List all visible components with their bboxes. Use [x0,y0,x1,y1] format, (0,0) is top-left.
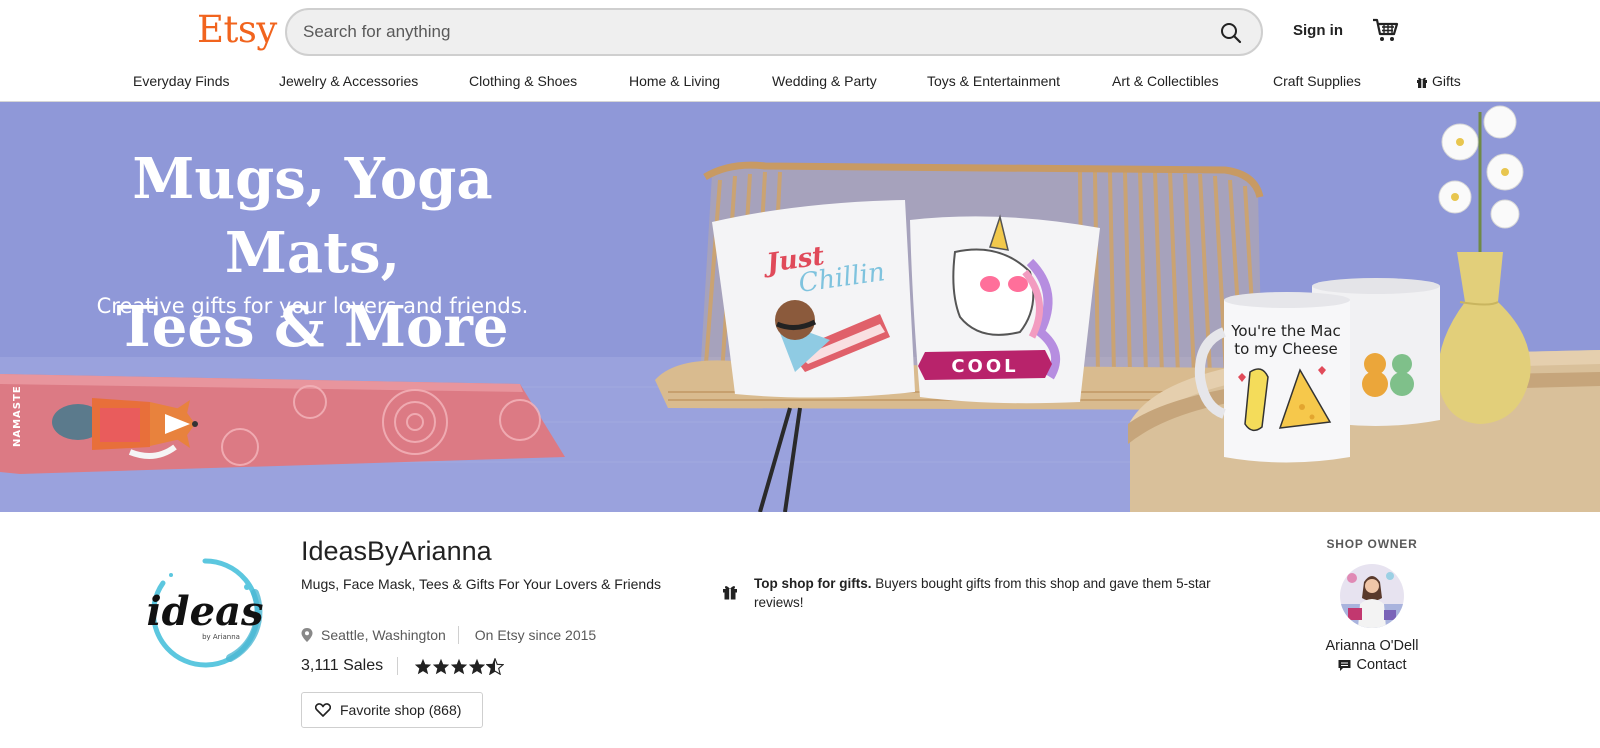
location-pin-icon [301,628,313,642]
shop-logo-text: ideas [146,588,263,635]
shop-logo[interactable]: ideas by Arianna [135,553,275,673]
owner-name[interactable]: Arianna O'Dell [1302,638,1442,654]
cart-button[interactable] [1371,17,1401,45]
top-shop-bold: Top shop for gifts. [754,576,872,591]
gift-icon [1417,77,1427,88]
heart-icon [315,703,331,717]
contact-label: Contact [1356,657,1407,673]
star-icon [433,658,450,674]
banner-title-line1: Mugs, Yoga Mats, [132,146,493,286]
etsy-logo[interactable]: Etsy [197,8,277,51]
nav-art-collectibles[interactable]: Art & Collectibles [1112,73,1219,89]
mug-text1: You're the Mac [1230,322,1341,340]
sign-in-link[interactable]: Sign in [1293,22,1343,39]
nav-jewelry-accessories[interactable]: Jewelry & Accessories [279,73,418,89]
search-button[interactable] [1215,18,1247,48]
yoga-mat: NAMASTE [0,374,565,474]
site-header: Etsy Sign in [0,0,1600,64]
message-icon [1338,659,1351,672]
shop-location-row: Seattle, Washington On Etsy since 2015 [301,626,596,644]
nav-everyday-finds[interactable]: Everyday Finds [133,73,229,89]
half-star-icon [486,657,505,675]
pillow-cool-unicorn: COOL [910,214,1100,404]
star-icon [451,658,468,674]
star-icon [469,658,486,674]
shop-logo-graphic: ideas by Arianna [146,558,264,668]
banner-subtitle: Creative gifts for your lovers and frien… [96,294,529,318]
nav-home-living[interactable]: Home & Living [629,73,720,89]
shop-name: IdeasByArianna [301,536,492,566]
owner-avatar[interactable] [1340,564,1404,628]
shop-logo-subtext: by Arianna [202,633,240,641]
nav-gifts-label: Gifts [1432,73,1461,89]
star-icon [415,658,432,674]
mug-text2: to my Cheese [1234,340,1338,358]
favorite-shop-label: Favorite shop (868) [340,702,462,718]
divider [397,657,399,675]
shop-location: Seattle, Washington [321,627,446,643]
divider [457,626,459,644]
nav-clothing-shoes[interactable]: Clothing & Shoes [469,73,577,89]
cart-icon [1373,18,1399,41]
shop-sales[interactable]: 3,111 Sales [301,657,383,675]
top-shop-text: Top shop for gifts. Buyers bought gifts … [754,574,1212,612]
nav-toys-entertainment[interactable]: Toys & Entertainment [927,73,1060,89]
pillow-just-chillin: Just Chillin [712,200,915,398]
owner-avatar-image [1340,564,1404,628]
mat-text: NAMASTE [12,385,23,447]
shop-owner-label: SHOP OWNER [1326,537,1418,551]
nav-gifts[interactable]: Gifts [1416,73,1461,89]
top-shop-note: Top shop for gifts. Buyers bought gifts … [722,574,1212,612]
shop-tagline: Mugs, Face Mask, Tees & Gifts For Your L… [301,576,661,592]
gift-icon [722,584,744,612]
rating-stars[interactable] [414,657,505,675]
nav-wedding-party[interactable]: Wedding & Party [772,73,877,89]
search-bar [285,8,1263,56]
shop-sales-row: 3,111 Sales [301,657,505,675]
nav-craft-supplies[interactable]: Craft Supplies [1273,73,1361,89]
contact-owner-button[interactable]: Contact [1302,657,1442,673]
banner-title: Mugs, Yoga Mats, Tees & More [40,142,585,364]
favorite-shop-button[interactable]: Favorite shop (868) [301,692,483,728]
shop-banner: NAMASTE Just Chillin COOL You're the Mac… [0,102,1600,512]
shop-since: On Etsy since 2015 [474,627,597,643]
search-input[interactable] [303,20,1183,44]
search-icon [1221,23,1242,44]
category-nav: Everyday Finds Jewelry & Accessories Clo… [0,64,1600,102]
pillow2-text: COOL [951,356,1018,377]
